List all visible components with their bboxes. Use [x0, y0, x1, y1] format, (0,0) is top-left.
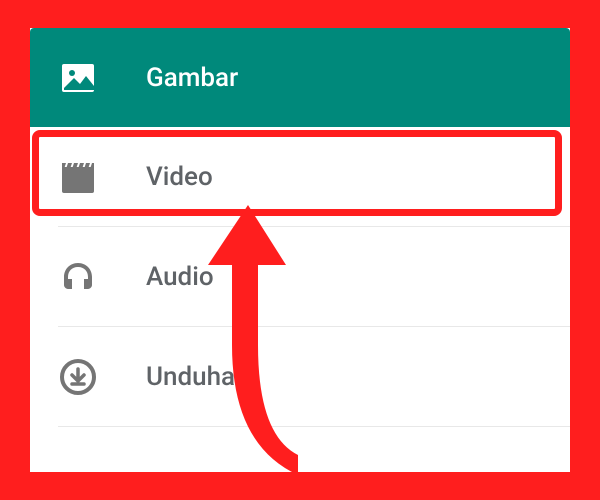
- download-icon: [58, 357, 98, 397]
- audio-icon: [58, 257, 98, 297]
- menu-item-audio[interactable]: Audio: [30, 227, 570, 326]
- menu-item-label: Unduhan: [146, 362, 250, 392]
- menu-item-gambar[interactable]: Gambar: [30, 28, 570, 127]
- menu-item-label: Audio: [146, 262, 214, 292]
- menu-item-video[interactable]: Video: [30, 127, 570, 226]
- divider: [58, 426, 570, 427]
- menu-panel: Gambar Video Audio Unduhan: [30, 28, 570, 472]
- menu-item-label: Video: [146, 162, 213, 192]
- video-icon: [58, 157, 98, 197]
- menu-item-label: Gambar: [146, 63, 238, 93]
- image-icon: [58, 58, 98, 98]
- menu-item-unduhan[interactable]: Unduhan: [30, 327, 570, 426]
